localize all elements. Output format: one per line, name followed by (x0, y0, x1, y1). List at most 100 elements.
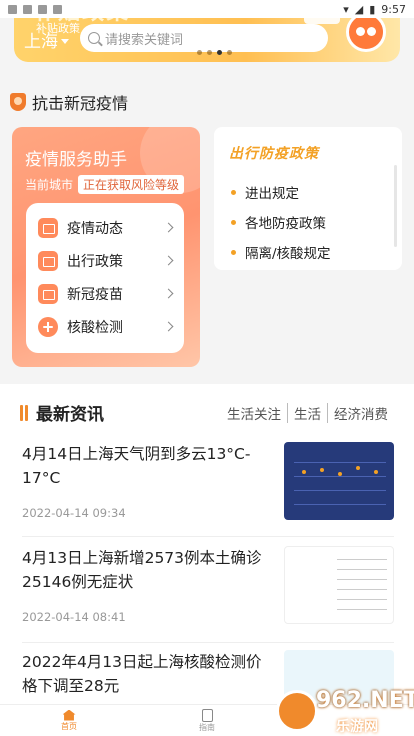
section-header-epidemic: 抗击新冠疫情 (10, 90, 128, 114)
carousel-dot (197, 50, 202, 55)
chevron-right-icon (163, 222, 174, 233)
assistant-title: 疫情服务助手 (25, 150, 127, 170)
carousel-dot-active (217, 50, 222, 55)
notification-icons (8, 4, 62, 14)
travel-item-label: 隔离/核酸规定 (245, 246, 331, 262)
status-bar: ▾ ◢ ▮ 9:57 (0, 0, 414, 18)
thumb-line (294, 476, 386, 477)
menu-item-travel-policy[interactable]: 出行政策 (26, 244, 184, 277)
article-date: 2022-04-14 08:41 (22, 610, 126, 624)
bullet-icon (231, 249, 236, 255)
menu-item-vaccine[interactable]: 新冠疫苗 (26, 277, 184, 310)
divider (22, 642, 394, 643)
menu-item-label: 疫情动态 (67, 220, 123, 237)
travel-policy-card: 出行防疫政策 进出规定 各地防疫政策 隔离/核酸规定 (214, 127, 402, 270)
bus-icon (38, 250, 58, 271)
thumb-point (302, 470, 306, 474)
news-article[interactable]: 4月13日上海新增2573例本土确诊25146例无症状 2022-04-14 0… (22, 546, 394, 636)
chevron-down-icon (61, 39, 69, 44)
thumb-line (337, 599, 387, 600)
scrollbar[interactable] (394, 165, 397, 247)
article-date: 2022-04-14 09:34 (22, 506, 126, 520)
travel-policy-title: 出行防疫政策 (229, 146, 319, 162)
travel-policy-list: 进出规定 各地防疫政策 隔离/核酸规定 (231, 177, 331, 267)
menu-item-label: 出行政策 (67, 253, 123, 270)
tab-life[interactable]: 生活 (287, 403, 327, 423)
epidemic-assistant-card: 疫情服务助手 当前城市 正在获取风险等级 疫情动态 出行政策 新冠疫苗 核酸检测 (12, 127, 200, 367)
section-marker-icon (20, 404, 28, 421)
city-name: 上海 (24, 32, 58, 52)
app-notification-icon (38, 4, 47, 14)
news-header: 最新资讯 (20, 400, 104, 425)
tab-label: 首页 (61, 721, 77, 731)
assistant-menu: 疫情动态 出行政策 新冠疫苗 核酸检测 (26, 203, 184, 353)
current-city-label: 当前城市 (25, 178, 74, 192)
plus-icon (38, 316, 58, 337)
bullet-icon (231, 189, 236, 195)
chevron-right-icon (163, 288, 174, 299)
carousel-indicator (197, 50, 232, 55)
tab-economy[interactable]: 经济消费 (327, 403, 394, 423)
chevron-right-icon (163, 321, 174, 332)
bullet-icon (231, 219, 236, 225)
thumb-line (337, 579, 387, 580)
search-placeholder: 请搜索关键词 (105, 32, 184, 48)
tab-guide[interactable]: 指南 (138, 705, 276, 736)
search-input[interactable]: 请搜索关键词 (80, 24, 328, 52)
menu-item-nucleic-test[interactable]: 核酸检测 (26, 310, 184, 343)
travel-item-label: 进出规定 (245, 186, 299, 202)
app-notification-icon (8, 4, 17, 14)
thumb-line (294, 504, 386, 505)
travel-item-quarantine[interactable]: 隔离/核酸规定 (231, 237, 331, 267)
thumb-line (337, 569, 387, 570)
app-notification-icon (23, 4, 32, 14)
article-thumbnail-table (284, 546, 394, 624)
risk-status-badge[interactable]: 正在获取风险等级 (78, 175, 185, 194)
section-title: 抗击新冠疫情 (32, 94, 129, 113)
news-icon (38, 217, 58, 238)
news-tabs: 生活关注 生活 经济消费 (227, 403, 394, 423)
article-title: 2022年4月13日起上海核酸检测价格下调至28元 (22, 653, 262, 695)
article-title: 4月14日上海天气阴到多云13°C-17°C (22, 445, 251, 487)
thumb-line (294, 462, 386, 463)
city-selector[interactable]: 上海 (24, 27, 69, 52)
watermark-subtext: 乐游网 (336, 719, 378, 735)
vaccine-icon (38, 283, 58, 304)
news-title: 最新资讯 (36, 405, 104, 425)
thumb-point (320, 468, 324, 472)
travel-item-local-policy[interactable]: 各地防疫政策 (231, 207, 331, 237)
travel-item-label: 各地防疫政策 (245, 216, 326, 232)
thumb-point (338, 472, 342, 476)
article-thumbnail-weather (284, 442, 394, 520)
carousel-dot (207, 50, 212, 55)
carousel-dot (227, 50, 232, 55)
chevron-right-icon (163, 255, 174, 266)
divider (22, 536, 394, 537)
document-icon (201, 708, 213, 722)
news-section: 最新资讯 生活关注 生活 经济消费 4月14日上海天气阴到多云13°C-17°C… (0, 384, 414, 704)
thumb-line (337, 589, 387, 590)
signal-icon: ◢ (354, 2, 364, 16)
battery-icon: ▮ (369, 2, 376, 16)
tab-home[interactable]: 首页 (0, 705, 138, 736)
article-title: 4月13日上海新增2573例本土确诊25146例无症状 (22, 549, 262, 591)
news-article[interactable]: 4月14日上海天气阴到多云13°C-17°C 2022-04-14 09:34 (22, 442, 394, 532)
clock: 9:57 (381, 2, 406, 16)
wifi-icon: ▾ (343, 2, 349, 16)
tab-life-focus[interactable]: 生活关注 (227, 403, 287, 423)
watermark-text: 962.NET (316, 688, 414, 713)
menu-item-label: 新冠疫苗 (67, 286, 123, 303)
site-watermark: 962.NET 乐游网 (276, 688, 414, 735)
shield-icon (10, 93, 26, 111)
mascot-icon (346, 12, 386, 52)
thumb-line (337, 559, 387, 560)
thumb-point (356, 466, 360, 470)
thumb-line (294, 490, 386, 491)
current-city-row: 当前城市 正在获取风险等级 (25, 175, 185, 194)
watermark-logo-icon (276, 690, 318, 732)
home-icon (62, 709, 76, 721)
thumb-point (374, 470, 378, 474)
menu-item-label: 核酸检测 (67, 319, 123, 336)
travel-item-entry-exit[interactable]: 进出规定 (231, 177, 331, 207)
menu-item-epidemic-news[interactable]: 疫情动态 (26, 211, 184, 244)
